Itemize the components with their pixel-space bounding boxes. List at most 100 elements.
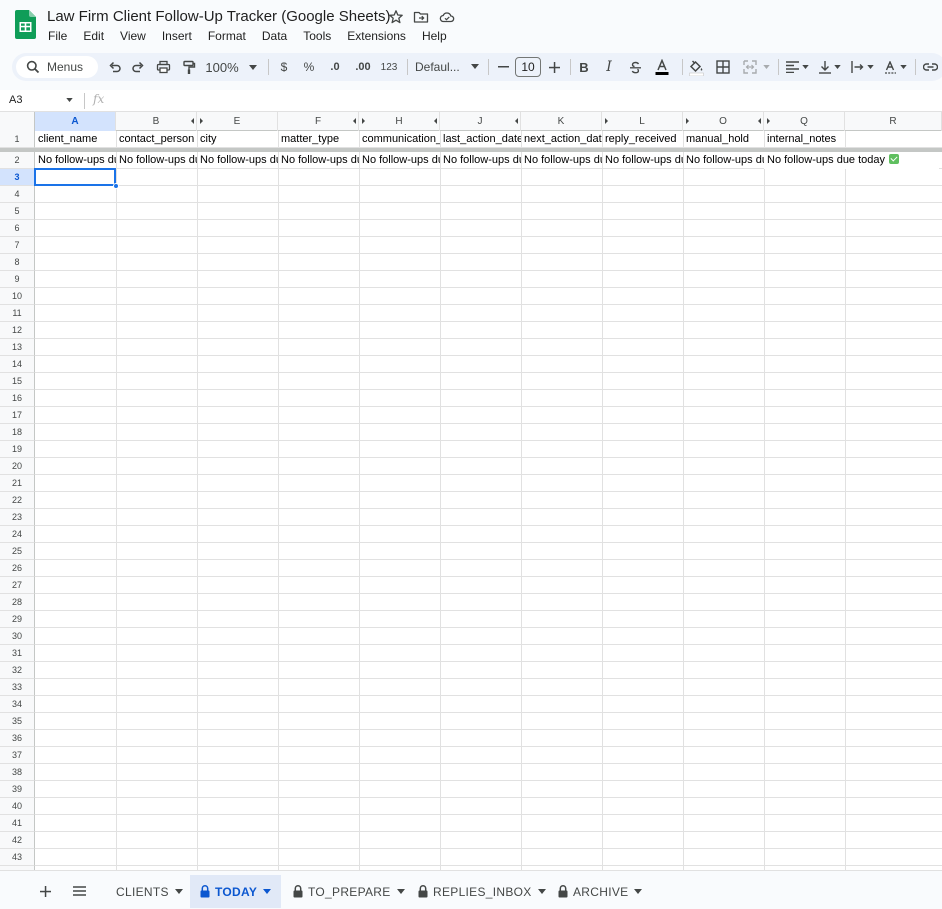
horizontal-align-button[interactable] — [783, 53, 811, 81]
bold-button[interactable]: B — [574, 53, 594, 81]
hidden-columns-right-arrow-icon[interactable] — [605, 118, 608, 124]
row-header-43[interactable]: 43 — [0, 849, 35, 866]
row-header-13[interactable]: 13 — [0, 339, 35, 356]
hidden-columns-right-arrow-icon[interactable] — [686, 118, 689, 124]
hidden-columns-left-arrow-icon[interactable] — [515, 118, 518, 124]
menu-insert[interactable]: Insert — [154, 28, 200, 46]
document-title[interactable]: Law Firm Client Follow-Up Tracker (Googl… — [47, 8, 390, 25]
row-header-17[interactable]: 17 — [0, 407, 35, 424]
row-header-27[interactable]: 27 — [0, 577, 35, 594]
row-header-40[interactable]: 40 — [0, 798, 35, 815]
text-wrapping-button[interactable] — [848, 53, 876, 81]
hidden-columns-right-arrow-icon[interactable] — [362, 118, 365, 124]
row-header-2[interactable]: 2 — [0, 152, 35, 169]
sheet-tab-replies-inbox[interactable]: REPLIES_INBOX — [408, 875, 556, 908]
header-cell-a[interactable]: client_name — [35, 131, 116, 148]
menu-tools[interactable]: Tools — [295, 28, 339, 46]
redo-button[interactable] — [127, 53, 149, 81]
header-cell-l[interactable]: reply_received — [602, 131, 683, 148]
data-cell-k2[interactable]: No follow-ups due today — [521, 152, 602, 169]
header-cell-e[interactable]: city — [197, 131, 278, 148]
percent-format-button[interactable]: % — [299, 53, 319, 81]
row-header-3[interactable]: 3 — [0, 169, 35, 186]
header-cell-b[interactable]: contact_person — [116, 131, 197, 148]
row-header-20[interactable]: 20 — [0, 458, 35, 475]
menu-format[interactable]: Format — [200, 28, 254, 46]
zoom-select[interactable]: 100% — [205, 53, 257, 81]
fill-handle[interactable] — [113, 183, 119, 189]
data-cell-q2[interactable]: No follow-ups due today — [764, 152, 939, 169]
row-header-35[interactable]: 35 — [0, 713, 35, 730]
row-header-7[interactable]: 7 — [0, 237, 35, 254]
menu-view[interactable]: View — [112, 28, 154, 46]
header-cell-h[interactable]: communication_ — [359, 131, 440, 148]
hidden-columns-left-arrow-icon[interactable] — [191, 118, 194, 124]
caret-down-icon[interactable] — [396, 889, 405, 894]
italic-button[interactable]: I — [599, 53, 619, 81]
row-header-10[interactable]: 10 — [0, 288, 35, 305]
menu-extensions[interactable]: Extensions — [339, 28, 414, 46]
currency-format-button[interactable]: $ — [274, 53, 294, 81]
hidden-columns-left-arrow-icon[interactable] — [434, 118, 437, 124]
hidden-columns-right-arrow-icon[interactable] — [200, 118, 203, 124]
row-header-9[interactable]: 9 — [0, 271, 35, 288]
undo-button[interactable] — [104, 53, 126, 81]
data-cell-h2[interactable]: No follow-ups due today — [359, 152, 440, 169]
row-header-18[interactable]: 18 — [0, 424, 35, 441]
header-cell-q[interactable]: internal_notes — [764, 131, 845, 148]
sheet-tab-clients[interactable]: CLIENTS — [106, 875, 193, 908]
spreadsheet-grid[interactable]: A B E F H J K L O Q R 1 client_name contact_person cit… — [0, 112, 942, 870]
menu-help[interactable]: Help — [414, 28, 455, 46]
data-cell-f2[interactable]: No follow-ups due today — [278, 152, 359, 169]
menu-edit[interactable]: Edit — [75, 28, 112, 46]
print-button[interactable] — [152, 53, 174, 81]
star-icon[interactable] — [388, 9, 404, 25]
strikethrough-button[interactable] — [625, 53, 645, 81]
sheet-tab-to-prepare[interactable]: TO_PREPARE — [283, 875, 415, 908]
row-header-37[interactable]: 37 — [0, 747, 35, 764]
row-header-34[interactable]: 34 — [0, 696, 35, 713]
text-color-button[interactable] — [652, 53, 672, 81]
menu-file[interactable]: File — [40, 28, 75, 46]
sheet-tab-today[interactable]: TODAY — [190, 875, 282, 908]
row-header-39[interactable]: 39 — [0, 781, 35, 798]
column-header-a[interactable]: A — [35, 112, 116, 131]
caret-down-icon[interactable] — [537, 889, 546, 894]
row-header-19[interactable]: 19 — [0, 441, 35, 458]
caret-down-icon[interactable] — [66, 98, 73, 102]
paint-format-button[interactable] — [178, 53, 200, 81]
caret-down-icon[interactable] — [174, 889, 183, 894]
data-cell-a2[interactable]: No follow-ups due today — [35, 152, 116, 169]
header-cell-k[interactable]: next_action_date — [521, 131, 602, 148]
row-header-36[interactable]: 36 — [0, 730, 35, 747]
row-header-21[interactable]: 21 — [0, 475, 35, 492]
menu-data[interactable]: Data — [254, 28, 295, 46]
decrease-font-size-button[interactable] — [494, 53, 512, 81]
data-cell-b2[interactable]: No follow-ups due today — [116, 152, 197, 169]
row-header-33[interactable]: 33 — [0, 679, 35, 696]
decrease-decimal-button[interactable]: .0 — [323, 53, 347, 81]
hidden-columns-right-arrow-icon[interactable] — [767, 118, 770, 124]
insert-link-button[interactable] — [919, 53, 941, 81]
select-all-corner[interactable] — [0, 112, 35, 131]
row-header-4[interactable]: 4 — [0, 186, 35, 203]
header-cell-r[interactable] — [845, 131, 926, 148]
header-cell-o[interactable]: manual_hold — [683, 131, 764, 148]
hidden-columns-left-arrow-icon[interactable] — [758, 118, 761, 124]
row-header-14[interactable]: 14 — [0, 356, 35, 373]
cloud-saved-icon[interactable] — [439, 9, 455, 25]
column-header-r[interactable]: R — [845, 112, 942, 131]
text-rotation-button[interactable] — [881, 53, 909, 81]
active-cell-selection[interactable] — [34, 168, 116, 186]
column-header-k[interactable]: K — [521, 112, 602, 131]
data-cell-j2[interactable]: No follow-ups due today — [440, 152, 521, 169]
formula-input[interactable] — [115, 93, 935, 109]
column-header-h[interactable]: H — [359, 112, 440, 131]
row-header-8[interactable]: 8 — [0, 254, 35, 271]
increase-font-size-button[interactable] — [545, 53, 563, 81]
merge-cells-button[interactable] — [738, 53, 774, 81]
header-cell-f[interactable]: matter_type — [278, 131, 359, 148]
row-header-6[interactable]: 6 — [0, 220, 35, 237]
row-header-11[interactable]: 11 — [0, 305, 35, 322]
row-header-32[interactable]: 32 — [0, 662, 35, 679]
